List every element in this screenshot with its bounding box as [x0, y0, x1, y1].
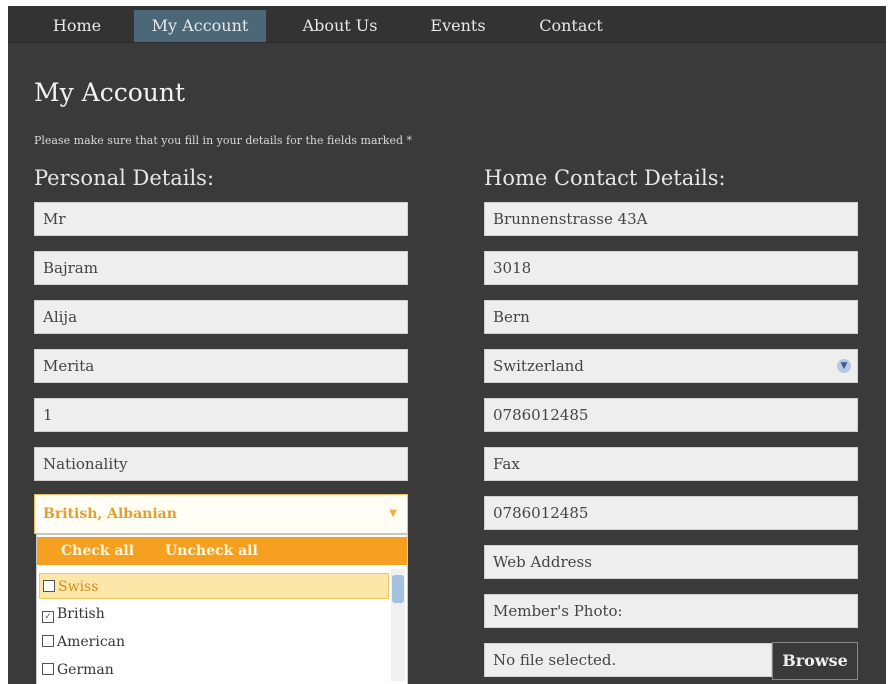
checkbox-swiss[interactable]: [43, 580, 55, 592]
nationality-dropdown: Check all Uncheck all Swiss ✓ British Ame…: [36, 534, 408, 684]
nav-about-us[interactable]: About Us: [290, 10, 390, 42]
option-label: Swiss: [58, 579, 99, 595]
phone-field[interactable]: 0786012485: [484, 398, 858, 432]
nav-events[interactable]: Events: [418, 10, 498, 42]
option-german[interactable]: German: [39, 657, 389, 683]
nav-contact[interactable]: Contact: [524, 10, 618, 42]
street-field[interactable]: Brunnenstrasse 43A: [484, 202, 858, 236]
uncheck-all-button[interactable]: Uncheck all: [165, 537, 258, 565]
city-field[interactable]: Bern: [484, 300, 858, 334]
page-title: My Account: [34, 78, 186, 107]
personal-details-heading: Personal Details:: [34, 166, 215, 190]
main-nav: Home My Account About Us Events Contact: [8, 6, 886, 43]
check-all-button[interactable]: Check all: [61, 537, 134, 565]
contact-details-heading: Home Contact Details:: [484, 166, 726, 190]
checkbox-american[interactable]: [42, 635, 54, 647]
title-field[interactable]: Mr: [34, 202, 408, 236]
country-value: Switzerland: [493, 357, 584, 375]
country-select[interactable]: Switzerland ▼: [484, 349, 858, 383]
fax-field[interactable]: Fax: [484, 447, 858, 481]
scroll-thumb[interactable]: [392, 575, 404, 603]
option-label: British: [57, 606, 105, 622]
option-american[interactable]: American: [39, 629, 389, 655]
postcode-field[interactable]: 3018: [484, 251, 858, 285]
dropdown-scrollbar[interactable]: [391, 569, 405, 681]
page-frame: Home My Account About Us Events Contact …: [8, 6, 886, 684]
nationality-selected-value: British, Albanian: [43, 506, 177, 522]
mobile-field[interactable]: 0786012485: [484, 496, 858, 530]
number-field[interactable]: 1: [34, 398, 408, 432]
option-swiss[interactable]: Swiss: [39, 573, 389, 599]
chevron-down-icon[interactable]: ▼: [837, 359, 851, 373]
file-status: No file selected.: [484, 643, 772, 677]
first-name-field[interactable]: Bajram: [34, 251, 408, 285]
browse-button[interactable]: Browse: [772, 642, 858, 680]
required-fields-note: Please make sure that you fill in your d…: [34, 134, 413, 147]
last-name-field[interactable]: Alija: [34, 300, 408, 334]
option-label: German: [57, 662, 114, 678]
checkbox-british[interactable]: ✓: [42, 611, 54, 623]
chevron-down-icon[interactable]: ▼: [389, 495, 397, 533]
option-label: American: [57, 634, 126, 650]
middle-name-field[interactable]: Merita: [34, 349, 408, 383]
nationality-field[interactable]: Nationality: [34, 447, 408, 481]
option-british[interactable]: ✓ British: [39, 601, 389, 627]
checkbox-german[interactable]: [42, 663, 54, 675]
nav-my-account[interactable]: My Account: [134, 10, 266, 42]
nav-home[interactable]: Home: [36, 10, 118, 42]
dropdown-header: Check all Uncheck all: [37, 537, 407, 565]
nationality-multiselect[interactable]: British, Albanian ▼: [34, 494, 408, 534]
web-address-field[interactable]: Web Address: [484, 545, 858, 579]
member-photo-label: Member's Photo:: [484, 594, 858, 628]
